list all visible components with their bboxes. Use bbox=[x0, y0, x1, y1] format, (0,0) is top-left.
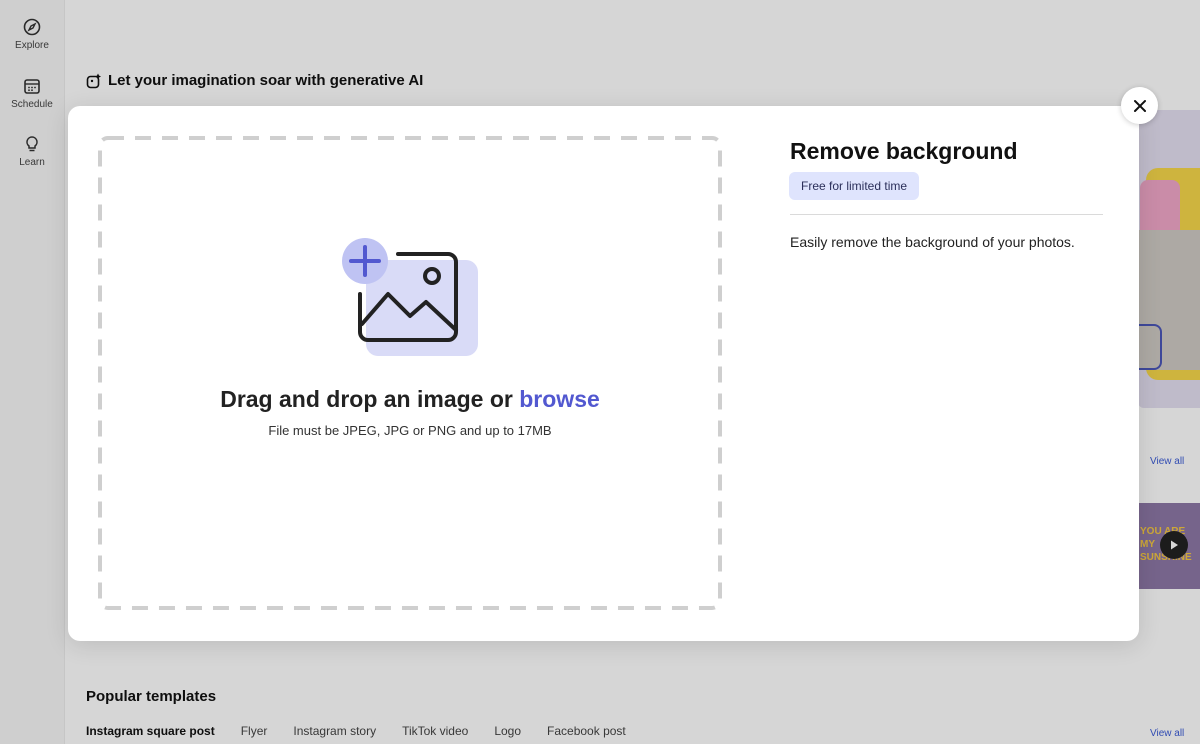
upload-image-icon bbox=[342, 238, 478, 356]
dropzone-heading: Drag and drop an image or browse bbox=[98, 386, 722, 413]
browse-link[interactable]: browse bbox=[519, 386, 600, 412]
close-icon bbox=[1133, 99, 1146, 112]
dialog-title: Remove background bbox=[790, 138, 1018, 164]
image-dropzone[interactable]: Drag and drop an image or browse File mu… bbox=[98, 136, 722, 610]
free-badge: Free for limited time bbox=[789, 172, 920, 200]
remove-background-dialog: Drag and drop an image or browse File mu… bbox=[68, 106, 1139, 641]
close-button[interactable] bbox=[1121, 87, 1158, 124]
dialog-description: Easily remove the background of your pho… bbox=[790, 234, 1075, 250]
file-requirements-text: File must be JPEG, JPG or PNG and up to … bbox=[268, 423, 552, 438]
dropzone-heading-text: Drag and drop an image or bbox=[220, 386, 520, 412]
divider bbox=[790, 214, 1103, 215]
